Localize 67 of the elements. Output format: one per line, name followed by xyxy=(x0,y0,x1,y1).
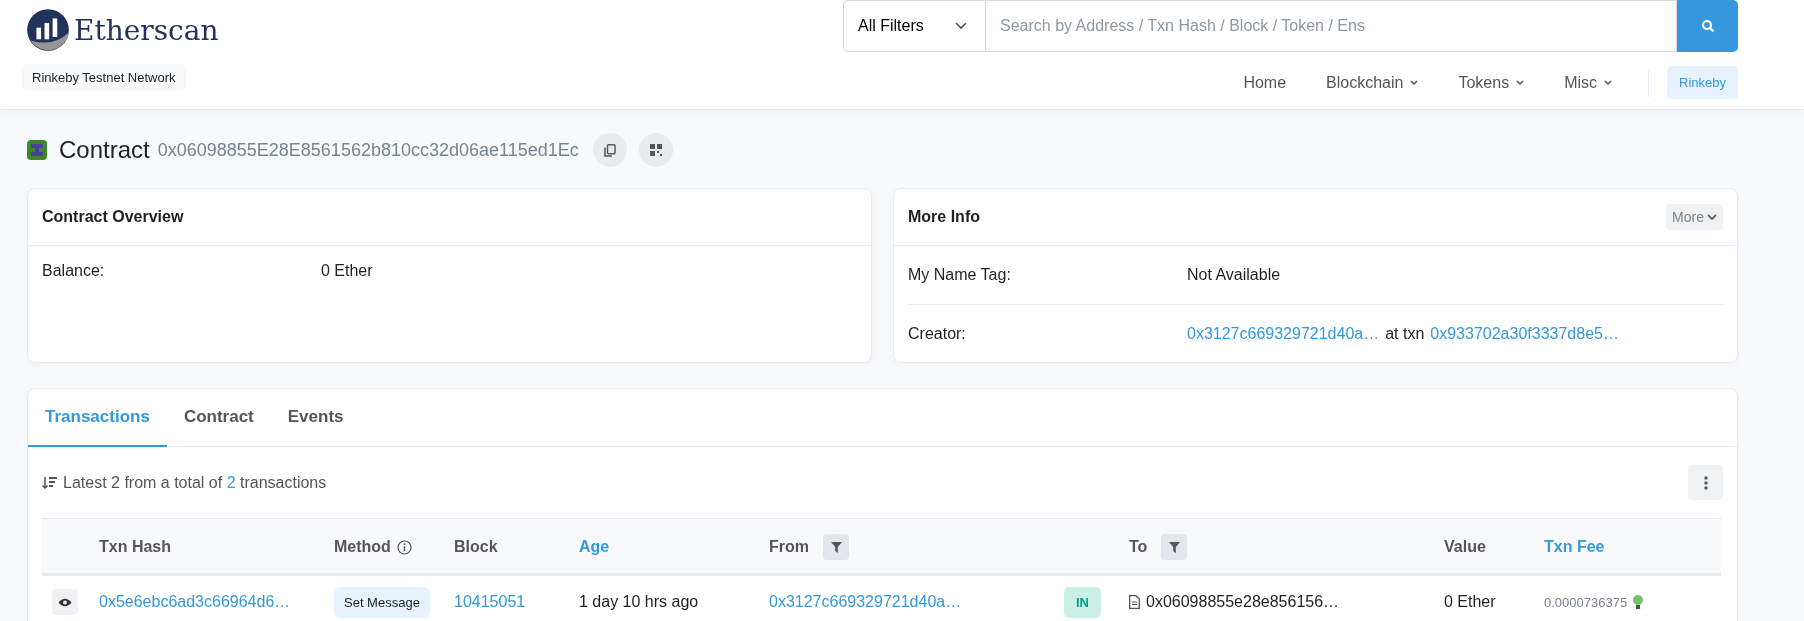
column-header[interactable]: Age xyxy=(579,538,610,556)
logo-icon[interactable] xyxy=(26,8,70,52)
view-button[interactable] xyxy=(52,589,78,615)
tab[interactable]: Events xyxy=(270,389,361,447)
to-address: 0x06098855e28e856156… xyxy=(1146,593,1340,611)
tab[interactable]: Transactions xyxy=(28,389,167,447)
network-button[interactable]: Rinkeby xyxy=(1667,66,1738,99)
qr-code-icon xyxy=(649,144,662,156)
summary-text: Latest 2 from a total of 2 transactions xyxy=(63,473,327,492)
sort-icon xyxy=(42,475,58,490)
creation-txn-link[interactable]: 0x933702a30f3337d8e5… xyxy=(1430,325,1619,343)
copy-icon xyxy=(603,143,616,157)
card-title: More Info xyxy=(908,208,980,226)
more-button[interactable]: More xyxy=(1666,204,1723,230)
filter-button[interactable] xyxy=(1161,534,1188,560)
field-label: Balance: xyxy=(42,262,106,280)
nav-link[interactable]: Misc xyxy=(1544,73,1633,92)
method-badge: Set Message xyxy=(334,586,430,618)
contract-address: 0x06098855E28E8561562b810cc32d06ae115ed1Ec xyxy=(157,139,579,161)
from-address-link[interactable]: 0x3127c669329721d40a… xyxy=(769,593,962,611)
more-vertical-icon xyxy=(1703,475,1708,490)
logo-text[interactable]: Etherscan xyxy=(74,13,219,47)
fee-cell: 0.0000736375 xyxy=(1544,594,1628,610)
qr-code-button[interactable] xyxy=(638,133,673,167)
search-field[interactable]: Search by Address / Txn Hash / Block / Token / Ens xyxy=(986,0,1677,52)
creator-address-link[interactable]: 0x3127c669329721d40a… xyxy=(1187,325,1380,343)
direction-badge: IN xyxy=(1064,586,1101,618)
column-header[interactable]: Txn Fee xyxy=(1544,538,1605,556)
chevron-down-icon xyxy=(955,22,967,30)
column-header: Method xyxy=(334,538,391,556)
field-value: 0 Ether xyxy=(321,262,373,280)
lightbulb-icon xyxy=(1633,594,1644,610)
field-label: My Name Tag: xyxy=(908,266,1012,284)
field-label: Creator: xyxy=(908,325,967,343)
document-icon xyxy=(1129,595,1140,609)
search-icon xyxy=(1700,19,1715,33)
caret-icon xyxy=(1604,79,1613,86)
caret-icon xyxy=(1516,79,1525,86)
chevron-down-icon xyxy=(1707,213,1717,221)
count-link[interactable]: 2 xyxy=(226,473,236,491)
block-link[interactable]: 10415051 xyxy=(454,593,526,611)
network-badge: Rinkeby Testnet Network xyxy=(22,64,186,91)
nav-link[interactable]: Blockchain xyxy=(1306,73,1439,92)
txn-hash-link[interactable]: 0x5e6ebc6ad3c66964d6… xyxy=(99,593,291,611)
column-header: Txn Hash xyxy=(99,538,171,556)
column-header: Block xyxy=(454,538,498,556)
filter-icon xyxy=(1168,541,1180,553)
value-cell: 0 Ether xyxy=(1444,593,1496,611)
column-header: To xyxy=(1129,538,1148,556)
filter-button[interactable] xyxy=(823,534,849,560)
filter-icon xyxy=(830,541,842,553)
nav-link[interactable]: Tokens xyxy=(1438,73,1545,92)
contract-avatar-icon xyxy=(27,140,47,160)
copy-button[interactable] xyxy=(592,133,627,167)
caret-icon xyxy=(1410,79,1419,86)
eye-icon xyxy=(58,597,72,607)
column-header: Value xyxy=(1444,538,1486,556)
field-value: Not Available xyxy=(1187,266,1281,284)
info-icon xyxy=(396,539,412,555)
page-title: Contract xyxy=(59,136,150,164)
filter-dropdown[interactable]: All Filters xyxy=(843,0,986,52)
tab[interactable]: Contract xyxy=(166,389,271,447)
age-cell: 1 day 10 hrs ago xyxy=(579,593,699,611)
at-txn-text: at txn xyxy=(1385,325,1425,343)
column-header: From xyxy=(769,538,809,556)
card-title: Contract Overview xyxy=(42,208,184,226)
nav-link[interactable]: Home xyxy=(1223,73,1307,92)
